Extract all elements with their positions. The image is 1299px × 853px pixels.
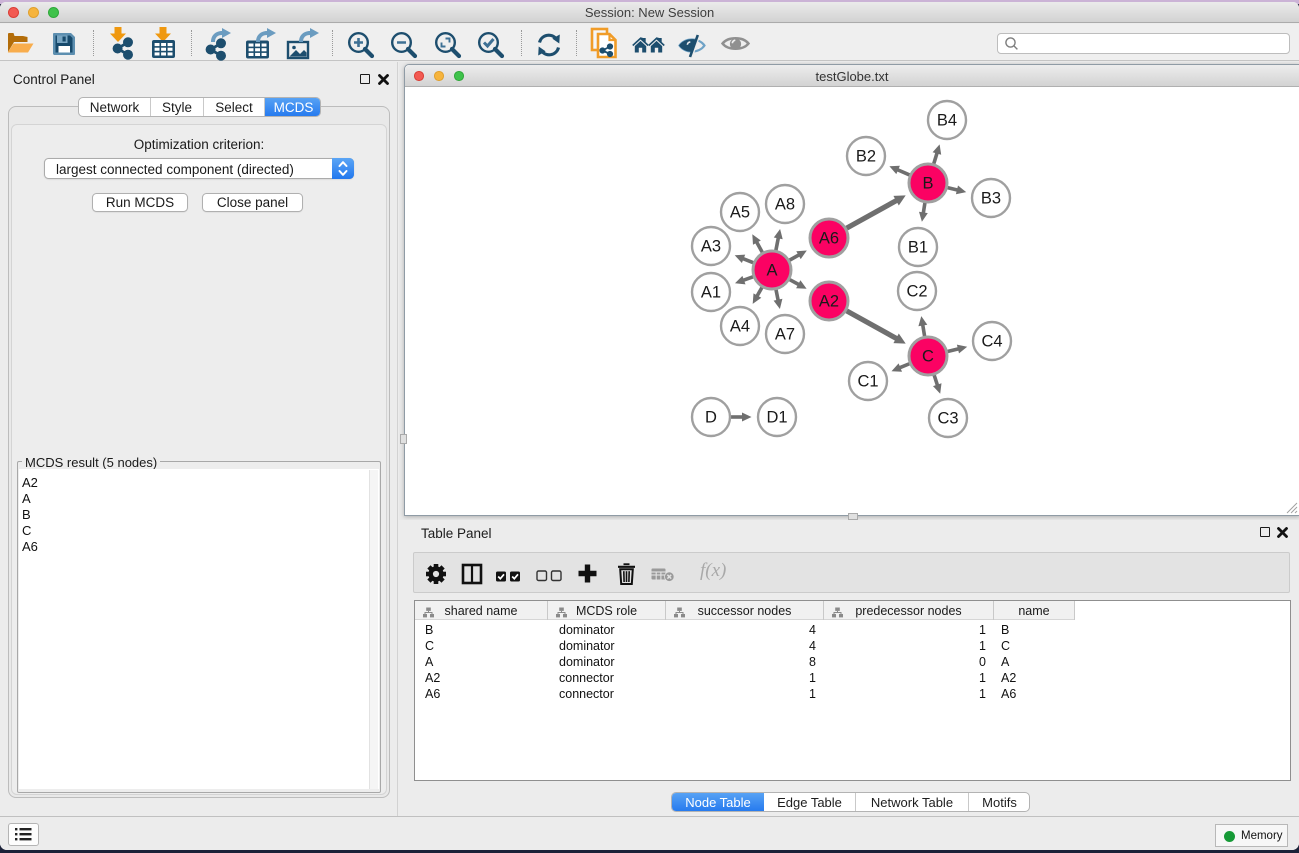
svg-text:B: B — [922, 175, 933, 193]
svg-text:C1: C1 — [857, 373, 878, 391]
svg-text:B1: B1 — [908, 239, 928, 257]
svg-text:A8: A8 — [775, 196, 795, 214]
svg-text:A: A — [766, 262, 777, 280]
svg-text:B2: B2 — [856, 148, 876, 166]
svg-text:C2: C2 — [906, 283, 927, 301]
svg-text:A6: A6 — [819, 230, 839, 248]
svg-text:A2: A2 — [819, 293, 839, 311]
svg-text:D: D — [705, 409, 717, 427]
svg-text:B4: B4 — [937, 112, 957, 130]
svg-text:D1: D1 — [766, 409, 787, 427]
svg-text:A3: A3 — [701, 238, 721, 256]
svg-text:A5: A5 — [730, 204, 750, 222]
svg-text:A7: A7 — [775, 326, 795, 344]
svg-text:B3: B3 — [981, 190, 1001, 208]
svg-text:A1: A1 — [701, 284, 721, 302]
svg-text:A4: A4 — [730, 318, 750, 336]
svg-text:C: C — [922, 348, 934, 366]
svg-text:C3: C3 — [937, 410, 958, 428]
svg-text:C4: C4 — [981, 333, 1002, 351]
